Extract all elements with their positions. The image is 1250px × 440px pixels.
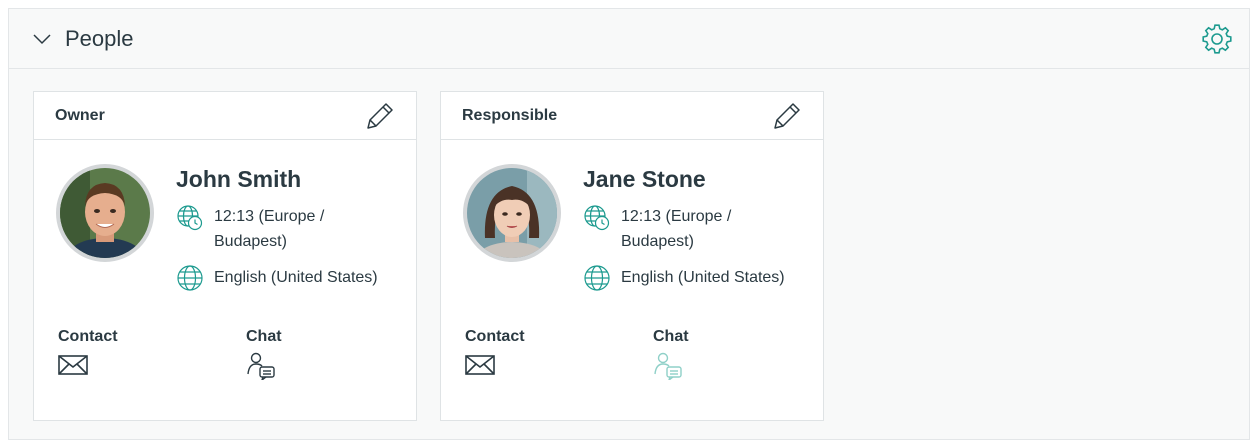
pencil-icon[interactable]	[771, 100, 803, 132]
card-header: Owner	[34, 92, 416, 140]
globe-clock-icon	[584, 205, 610, 231]
contact-label: Contact	[58, 328, 118, 345]
language-row: English (United States)	[583, 264, 785, 292]
language-row: English (United States)	[176, 264, 378, 292]
card-title: Responsible	[462, 106, 558, 124]
widget-title: People	[65, 25, 134, 51]
timezone-row: 12:13 (Europe / Budapest)	[583, 204, 751, 254]
pencil-icon[interactable]	[364, 100, 396, 132]
avatar	[56, 164, 154, 262]
card-title: Owner	[55, 106, 105, 124]
contact-action: Contact	[465, 328, 525, 385]
widget-header: People	[9, 9, 1249, 69]
chat-action: Chat	[246, 328, 282, 385]
chat-label: Chat	[246, 328, 282, 345]
language-text: English (United States)	[214, 269, 378, 286]
responsible-card: Responsible Jane Stone 12:13 (Europe / B…	[440, 91, 824, 421]
owner-card: Owner John Smith 12:13 (Europe / Budapes…	[33, 91, 417, 421]
avatar	[463, 164, 561, 262]
envelope-icon[interactable]	[465, 352, 497, 380]
person-name: John Smith	[176, 166, 302, 192]
user-chat-icon	[654, 352, 682, 382]
globe-icon	[177, 265, 203, 291]
timezone-text: 12:13 (Europe / Budapest)	[214, 208, 325, 250]
globe-clock-icon	[177, 205, 203, 231]
contact-action: Contact	[58, 328, 118, 385]
gear-icon[interactable]	[1201, 23, 1233, 55]
chevron-down-icon[interactable]	[31, 28, 53, 50]
card-header: Responsible	[441, 92, 823, 140]
timezone-row: 12:13 (Europe / Budapest)	[176, 204, 344, 254]
contact-label: Contact	[465, 328, 525, 345]
user-chat-icon[interactable]	[246, 352, 278, 382]
chat-label: Chat	[653, 328, 689, 345]
people-widget: People Owner John Smith 12:13 (Europe / …	[8, 8, 1250, 440]
person-name: Jane Stone	[583, 166, 706, 192]
chat-action: Chat	[653, 328, 689, 385]
timezone-text: 12:13 (Europe / Budapest)	[621, 208, 732, 250]
envelope-icon[interactable]	[58, 352, 90, 380]
globe-icon	[584, 265, 610, 291]
language-text: English (United States)	[621, 269, 785, 286]
